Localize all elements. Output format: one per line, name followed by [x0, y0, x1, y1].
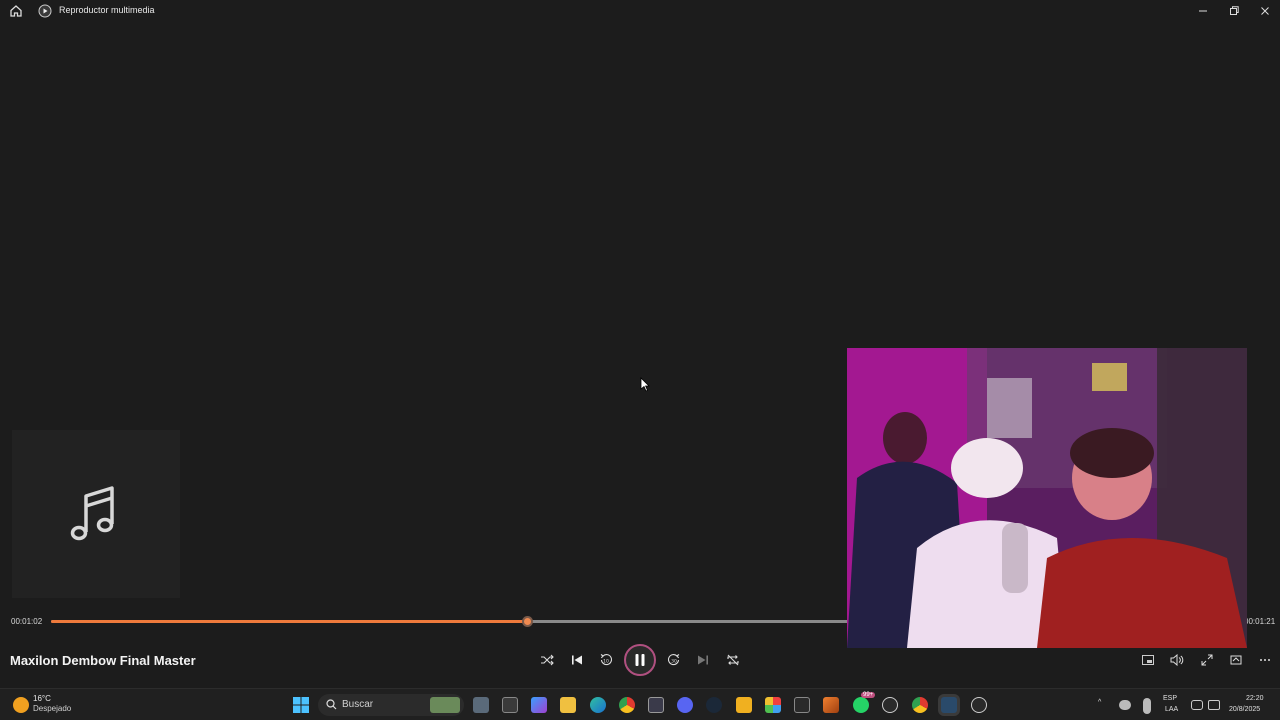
shuffle-button[interactable]	[537, 650, 557, 670]
repeat-off-button[interactable]	[723, 650, 743, 670]
copilot-icon[interactable]	[531, 697, 547, 713]
cast-icon	[1230, 655, 1242, 665]
forward-30-button[interactable]: 30	[664, 650, 684, 670]
mouse-cursor-icon	[640, 377, 650, 392]
chatgpt-icon[interactable]	[882, 697, 898, 713]
repeat-off-icon	[727, 654, 739, 666]
title-bar: Reproductor multimedia	[0, 0, 1280, 22]
speaker-icon[interactable]	[1208, 700, 1220, 710]
rewind-10-button[interactable]: 10	[596, 650, 616, 670]
minimize-button[interactable]	[1192, 2, 1214, 20]
search-icon	[326, 699, 337, 710]
album-art	[12, 430, 180, 598]
notification-badge: 99+	[861, 692, 876, 698]
miniplayer-button[interactable]	[1138, 650, 1158, 670]
more-options-button[interactable]	[1255, 650, 1275, 670]
windows-start-icon	[293, 697, 309, 713]
microphone-icon[interactable]	[1143, 698, 1151, 714]
fullscreen-button[interactable]	[1197, 650, 1217, 670]
clock-time[interactable]: 22:20	[1246, 695, 1264, 702]
pause-button[interactable]	[624, 644, 656, 676]
next-button[interactable]	[693, 650, 713, 670]
tray-overflow-chevron-icon[interactable]: ^	[1098, 699, 1101, 706]
network-icon[interactable]	[1191, 700, 1203, 710]
pause-icon	[635, 654, 645, 666]
keyboard-layout[interactable]: LAA	[1165, 706, 1178, 713]
taskbar: 16°C Despejado Buscar 99+ ^ ESP LAA 22:2…	[0, 688, 1280, 720]
rewind-10-icon: 10	[600, 654, 612, 666]
search-placeholder: Buscar	[342, 699, 374, 710]
photos-app-icon[interactable]	[941, 697, 957, 713]
start-button[interactable]	[293, 697, 309, 713]
svg-text:30: 30	[671, 659, 677, 665]
previous-button[interactable]	[567, 650, 587, 670]
taskbar-search[interactable]: Buscar	[318, 694, 464, 716]
weather-temperature: 16°C	[33, 694, 51, 703]
elapsed-time: 00:01:02	[11, 617, 43, 626]
volume-icon	[1170, 654, 1184, 666]
total-time: 00:01:21	[1244, 617, 1276, 626]
onedrive-icon[interactable]	[1119, 700, 1131, 710]
file-explorer-icon[interactable]	[560, 697, 576, 713]
capcut-icon[interactable]	[794, 697, 810, 713]
clock-date[interactable]: 20/8/2025	[1229, 706, 1260, 713]
shuffle-icon	[541, 654, 554, 666]
music-note-icon	[70, 486, 114, 541]
task-view-icon[interactable]	[473, 697, 489, 713]
close-button[interactable]	[1254, 2, 1276, 20]
steam-icon[interactable]	[706, 697, 722, 713]
store-icon[interactable]	[648, 697, 664, 713]
more-icon	[1260, 659, 1270, 661]
input-language[interactable]: ESP	[1163, 695, 1177, 702]
home-icon[interactable]	[8, 3, 24, 19]
volume-button[interactable]	[1167, 650, 1187, 670]
svg-text:10: 10	[603, 659, 609, 665]
restore-button[interactable]	[1223, 2, 1245, 20]
song-title: Maxilon Dembow Final Master	[10, 653, 196, 668]
seek-thumb[interactable]	[521, 616, 533, 627]
discord-icon[interactable]	[677, 697, 693, 713]
media-player-app-icon	[38, 4, 52, 18]
rockstar-icon[interactable]	[736, 697, 752, 713]
media-player-taskbar-icon[interactable]	[971, 697, 987, 713]
chrome-profile-icon[interactable]	[912, 697, 928, 713]
terminal-icon[interactable]	[502, 697, 518, 713]
seek-bar-fill	[51, 620, 527, 623]
search-highlight-image	[430, 697, 460, 713]
cast-button[interactable]	[1226, 650, 1246, 670]
next-icon	[698, 655, 708, 665]
weather-icon	[13, 697, 29, 713]
window-title: Reproductor multimedia	[59, 5, 155, 15]
miniplayer-icon	[1142, 655, 1154, 665]
video-overlay[interactable]	[847, 348, 1247, 648]
photos-icon[interactable]	[765, 697, 781, 713]
fullscreen-icon	[1201, 654, 1213, 666]
forward-30-icon: 30	[668, 654, 680, 666]
whatsapp-icon[interactable]	[853, 697, 869, 713]
weather-description: Despejado	[33, 704, 72, 713]
previous-icon	[572, 655, 582, 665]
edge-icon[interactable]	[590, 697, 606, 713]
chrome-icon[interactable]	[619, 697, 635, 713]
fl-studio-icon[interactable]	[823, 697, 839, 713]
